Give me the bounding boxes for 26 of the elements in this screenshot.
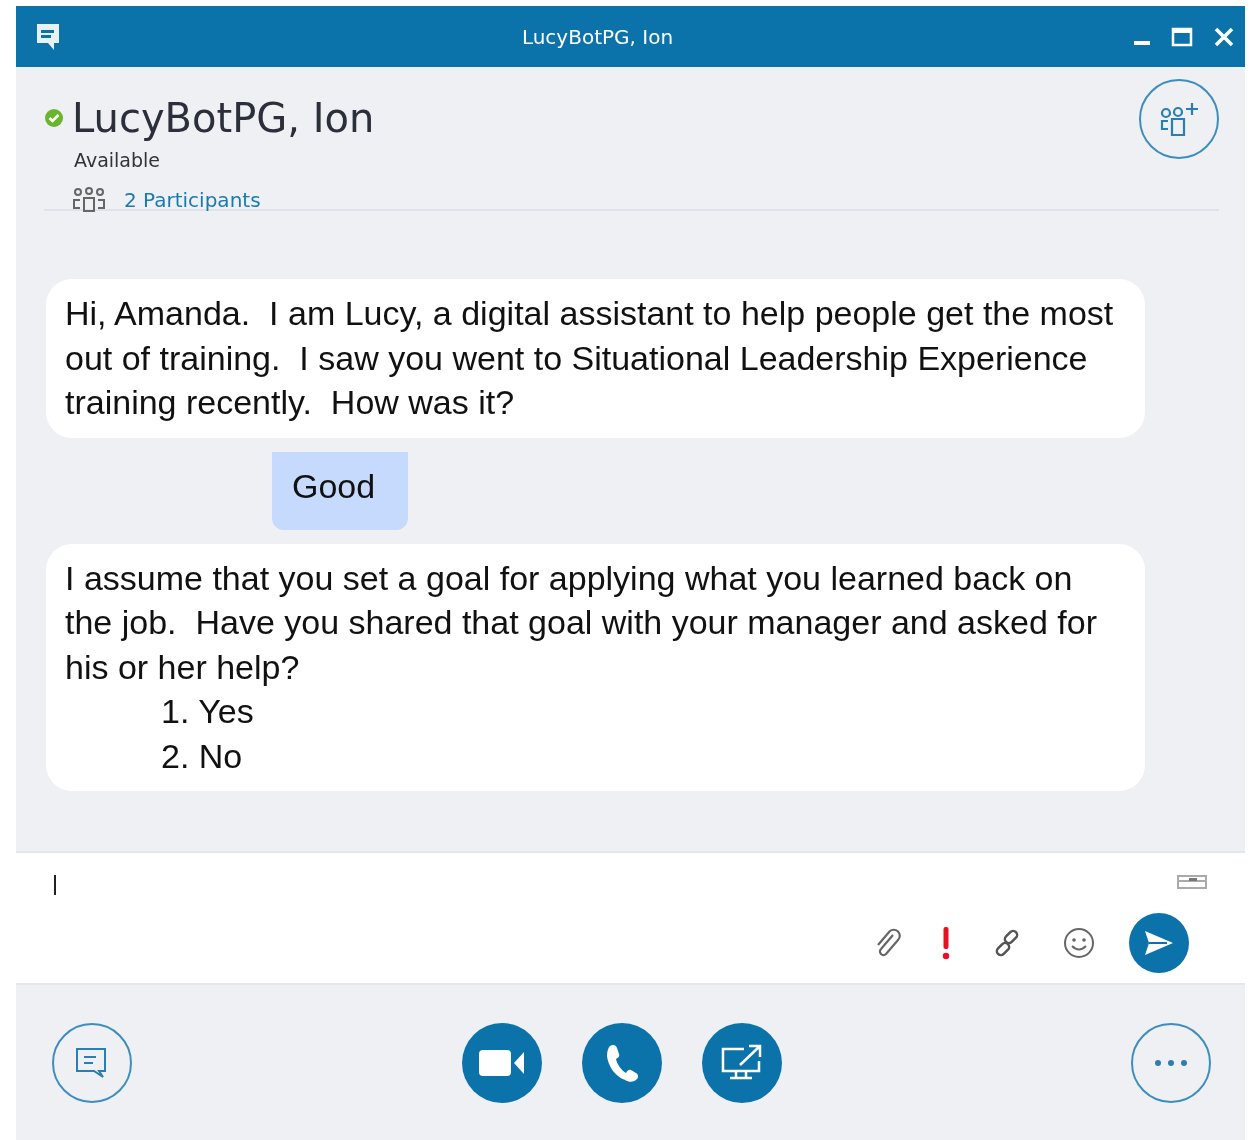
ellipsis-icon (1154, 1058, 1188, 1067)
message-bubble: I assume that you set a goal for applying what you learned back on the job. Have you shared that goal with your manager and asked for his or her help? 1. Yes 2. No (46, 543, 1145, 791)
more-options-button[interactable] (1131, 1022, 1211, 1103)
participants-icon (72, 187, 106, 213)
contact-name: LucyBotPG, Ion (72, 94, 375, 143)
smiley-icon[interactable] (1063, 927, 1095, 959)
format-bar-icon[interactable] (1177, 875, 1207, 889)
participants-link[interactable]: 2 Participants (124, 188, 261, 212)
video-camera-icon (477, 1047, 526, 1078)
add-people-button[interactable] (1139, 79, 1219, 159)
reply-bubble: Good (272, 451, 409, 530)
send-icon (1143, 929, 1175, 957)
text-cursor (54, 875, 56, 895)
chat-icon (34, 21, 62, 52)
presence-status: Available (74, 149, 161, 171)
maximize-icon[interactable] (1171, 26, 1193, 47)
message-bubble: Hi, Amanda. I am Lucy, a digital assistant to help people get the most out of training. I saw you went to Situational Leadership Experience training recently. How was it? (46, 279, 1145, 438)
presence-check-icon (44, 108, 64, 128)
conversation-button[interactable] (52, 1022, 132, 1103)
add-people-icon (1158, 100, 1200, 138)
close-icon[interactable] (1213, 25, 1235, 48)
reply-option: 2. No (65, 733, 1126, 778)
reply-option: 1. Yes (65, 689, 1126, 734)
exclamation-icon[interactable] (941, 926, 951, 960)
window-title: LucyBotPG, Ion (520, 24, 675, 49)
send-button[interactable] (1129, 913, 1189, 973)
